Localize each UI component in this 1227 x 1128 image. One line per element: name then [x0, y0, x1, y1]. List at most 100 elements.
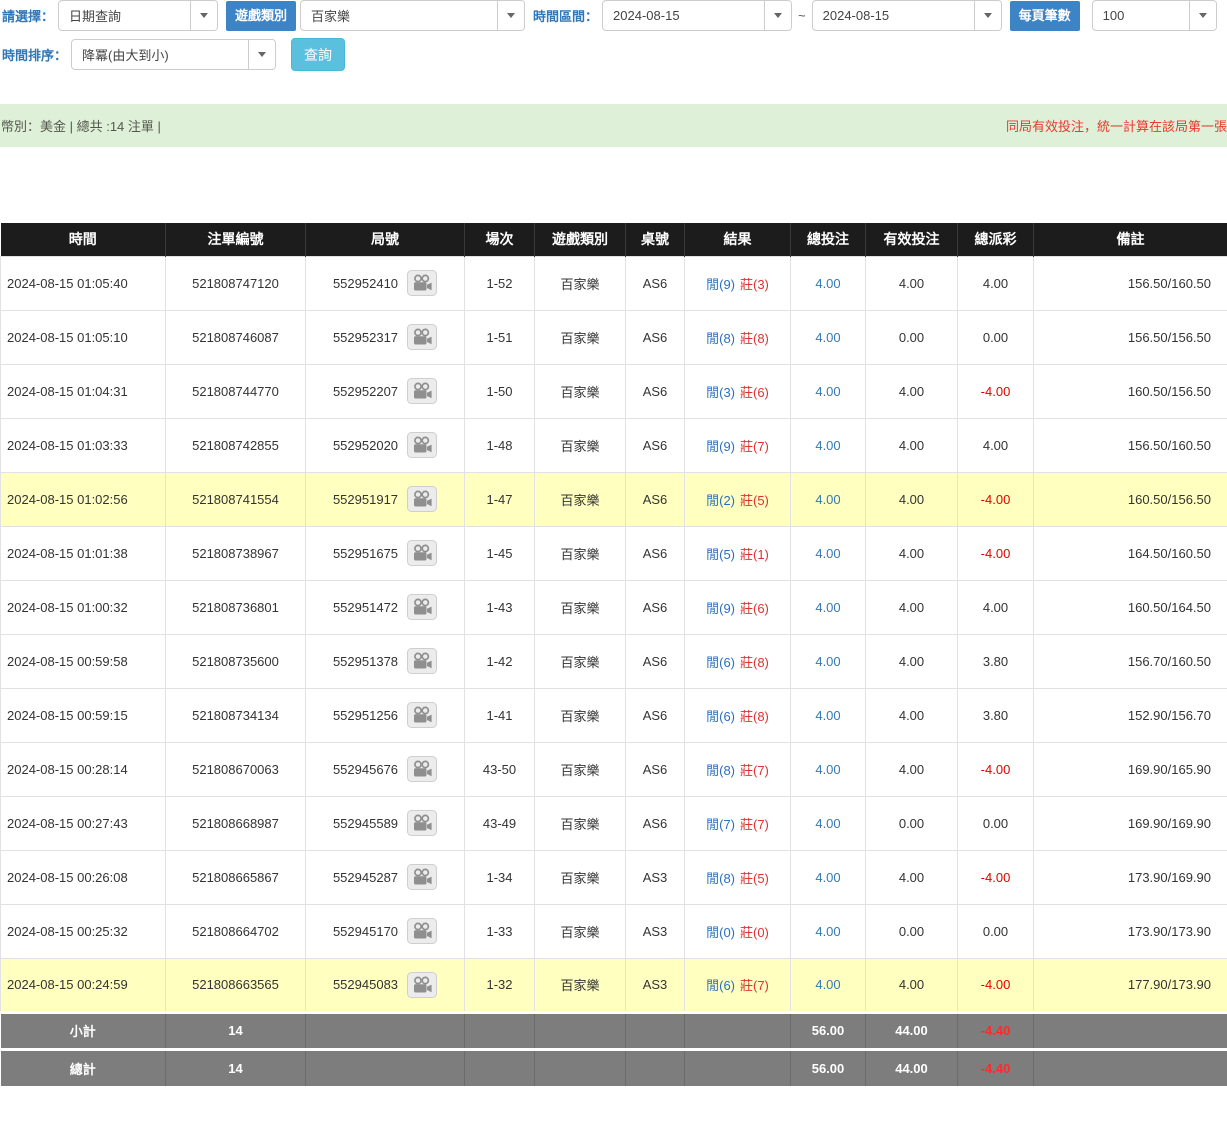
result-cell: 閒(6)莊(8)	[685, 634, 791, 688]
summary-count: 14	[166, 1012, 306, 1049]
session-number: 43-50	[465, 742, 535, 796]
banker-result: 莊(8)	[740, 709, 769, 724]
time-range-label: 時間區間：	[533, 6, 598, 25]
table-row: 2024-08-15 01:01:38 521808738967 5529516…	[1, 526, 1227, 580]
summary-count: 14	[166, 1049, 306, 1086]
chevron-down-icon	[764, 1, 791, 30]
video-replay-icon[interactable]	[407, 864, 437, 890]
balance-note: 164.50/160.50	[1034, 526, 1227, 580]
total-bet-link[interactable]: 4.00	[791, 850, 866, 904]
date-to-value: 2024-08-15	[813, 8, 974, 23]
bet-time: 2024-08-15 00:27:43	[1, 796, 166, 850]
query-button[interactable]: 查詢	[291, 38, 345, 71]
bet-id: 521808665867	[166, 850, 306, 904]
video-replay-icon[interactable]	[407, 432, 437, 458]
table-number: AS6	[626, 688, 685, 742]
bet-time: 2024-08-15 00:24:59	[1, 958, 166, 1012]
banker-result: 莊(5)	[740, 493, 769, 508]
banker-result: 莊(7)	[740, 817, 769, 832]
total-bet-link[interactable]: 4.00	[791, 634, 866, 688]
round-number: 552951472	[333, 600, 398, 615]
summary-valid-bet: 44.00	[866, 1049, 958, 1086]
banker-result: 莊(8)	[740, 655, 769, 670]
result-cell: 閒(9)莊(3)	[685, 256, 791, 310]
column-header: 有效投注	[866, 223, 958, 256]
round-number: 552952020	[333, 438, 398, 453]
banker-result: 莊(7)	[740, 978, 769, 993]
video-replay-icon[interactable]	[407, 378, 437, 404]
video-replay-icon[interactable]	[407, 810, 437, 836]
bet-id: 521808746087	[166, 310, 306, 364]
video-replay-icon[interactable]	[407, 594, 437, 620]
player-result: 閒(8)	[706, 331, 735, 346]
round-cell: 552945589	[306, 796, 465, 850]
sort-select[interactable]: 降冪(由大到小)	[71, 39, 276, 70]
video-replay-icon[interactable]	[407, 324, 437, 350]
table-number: AS6	[626, 472, 685, 526]
session-number: 1-47	[465, 472, 535, 526]
video-replay-icon[interactable]	[407, 918, 437, 944]
result-cell: 閒(8)莊(5)	[685, 850, 791, 904]
balance-note: 160.50/156.50	[1034, 472, 1227, 526]
query-type-select[interactable]: 日期查詢	[58, 0, 218, 31]
bet-records-table: 時間注單編號局號場次遊戲類別桌號結果總投注有效投注總派彩備註 2024-08-1…	[0, 223, 1227, 1086]
payout: 4.00	[958, 256, 1034, 310]
total-bet-link[interactable]: 4.00	[791, 904, 866, 958]
valid-bet: 4.00	[866, 634, 958, 688]
total-bet-link[interactable]: 4.00	[791, 580, 866, 634]
total-bet-link[interactable]: 4.00	[791, 364, 866, 418]
video-replay-icon[interactable]	[407, 540, 437, 566]
per-page-select[interactable]: 100	[1092, 0, 1217, 31]
column-header: 注單編號	[166, 223, 306, 256]
total-bet-link[interactable]: 4.00	[791, 742, 866, 796]
payout: 4.00	[958, 418, 1034, 472]
video-replay-icon[interactable]	[407, 756, 437, 782]
valid-bet-notice-text: 同局有效投注，統一計算在該局第一張	[1006, 116, 1227, 135]
game-category-select[interactable]: 百家樂	[300, 0, 525, 31]
total-bet-link[interactable]: 4.00	[791, 958, 866, 1012]
player-result: 閒(5)	[706, 547, 735, 562]
player-result: 閒(6)	[706, 709, 735, 724]
round-cell: 552952020	[306, 418, 465, 472]
summary-total-bet: 56.00	[791, 1012, 866, 1049]
round-number: 552951675	[333, 546, 398, 561]
table-number: AS6	[626, 310, 685, 364]
column-header: 局號	[306, 223, 465, 256]
total-bet-link[interactable]: 4.00	[791, 526, 866, 580]
total-bet-link[interactable]: 4.00	[791, 256, 866, 310]
round-cell: 552945287	[306, 850, 465, 904]
payout: 0.00	[958, 904, 1034, 958]
table-number: AS6	[626, 796, 685, 850]
date-to-select[interactable]: 2024-08-15	[812, 0, 1002, 31]
table-number: AS6	[626, 256, 685, 310]
table-row: 2024-08-15 01:05:40 521808747120 5529524…	[1, 256, 1227, 310]
video-replay-icon[interactable]	[407, 648, 437, 674]
result-cell: 閒(8)莊(7)	[685, 742, 791, 796]
session-number: 1-42	[465, 634, 535, 688]
player-result: 閒(3)	[706, 385, 735, 400]
summary-label: 總計	[1, 1049, 166, 1086]
payout: -4.00	[958, 526, 1034, 580]
summary-label: 小計	[1, 1012, 166, 1049]
total-bet-link[interactable]: 4.00	[791, 688, 866, 742]
table-body: 2024-08-15 01:05:40 521808747120 5529524…	[1, 256, 1227, 1012]
round-cell: 552945676	[306, 742, 465, 796]
video-replay-icon[interactable]	[407, 486, 437, 512]
currency-total-text: 幣別：美金 | 總共 :14 注單 |	[0, 116, 161, 135]
total-bet-link[interactable]: 4.00	[791, 418, 866, 472]
bet-id: 521808741554	[166, 472, 306, 526]
video-replay-icon[interactable]	[407, 702, 437, 728]
table-row: 2024-08-15 01:04:31 521808744770 5529522…	[1, 364, 1227, 418]
player-result: 閒(0)	[706, 925, 735, 940]
total-bet-link[interactable]: 4.00	[791, 472, 866, 526]
video-replay-icon[interactable]	[407, 972, 437, 998]
video-replay-icon[interactable]	[407, 270, 437, 296]
table-number: AS6	[626, 526, 685, 580]
total-bet-link[interactable]: 4.00	[791, 310, 866, 364]
date-from-select[interactable]: 2024-08-15	[602, 0, 792, 31]
balance-note: 160.50/164.50	[1034, 580, 1227, 634]
total-bet-link[interactable]: 4.00	[791, 796, 866, 850]
table-number: AS6	[626, 742, 685, 796]
query-type-label: 請選擇：	[2, 6, 54, 25]
game-category-value: 百家樂	[301, 6, 497, 25]
